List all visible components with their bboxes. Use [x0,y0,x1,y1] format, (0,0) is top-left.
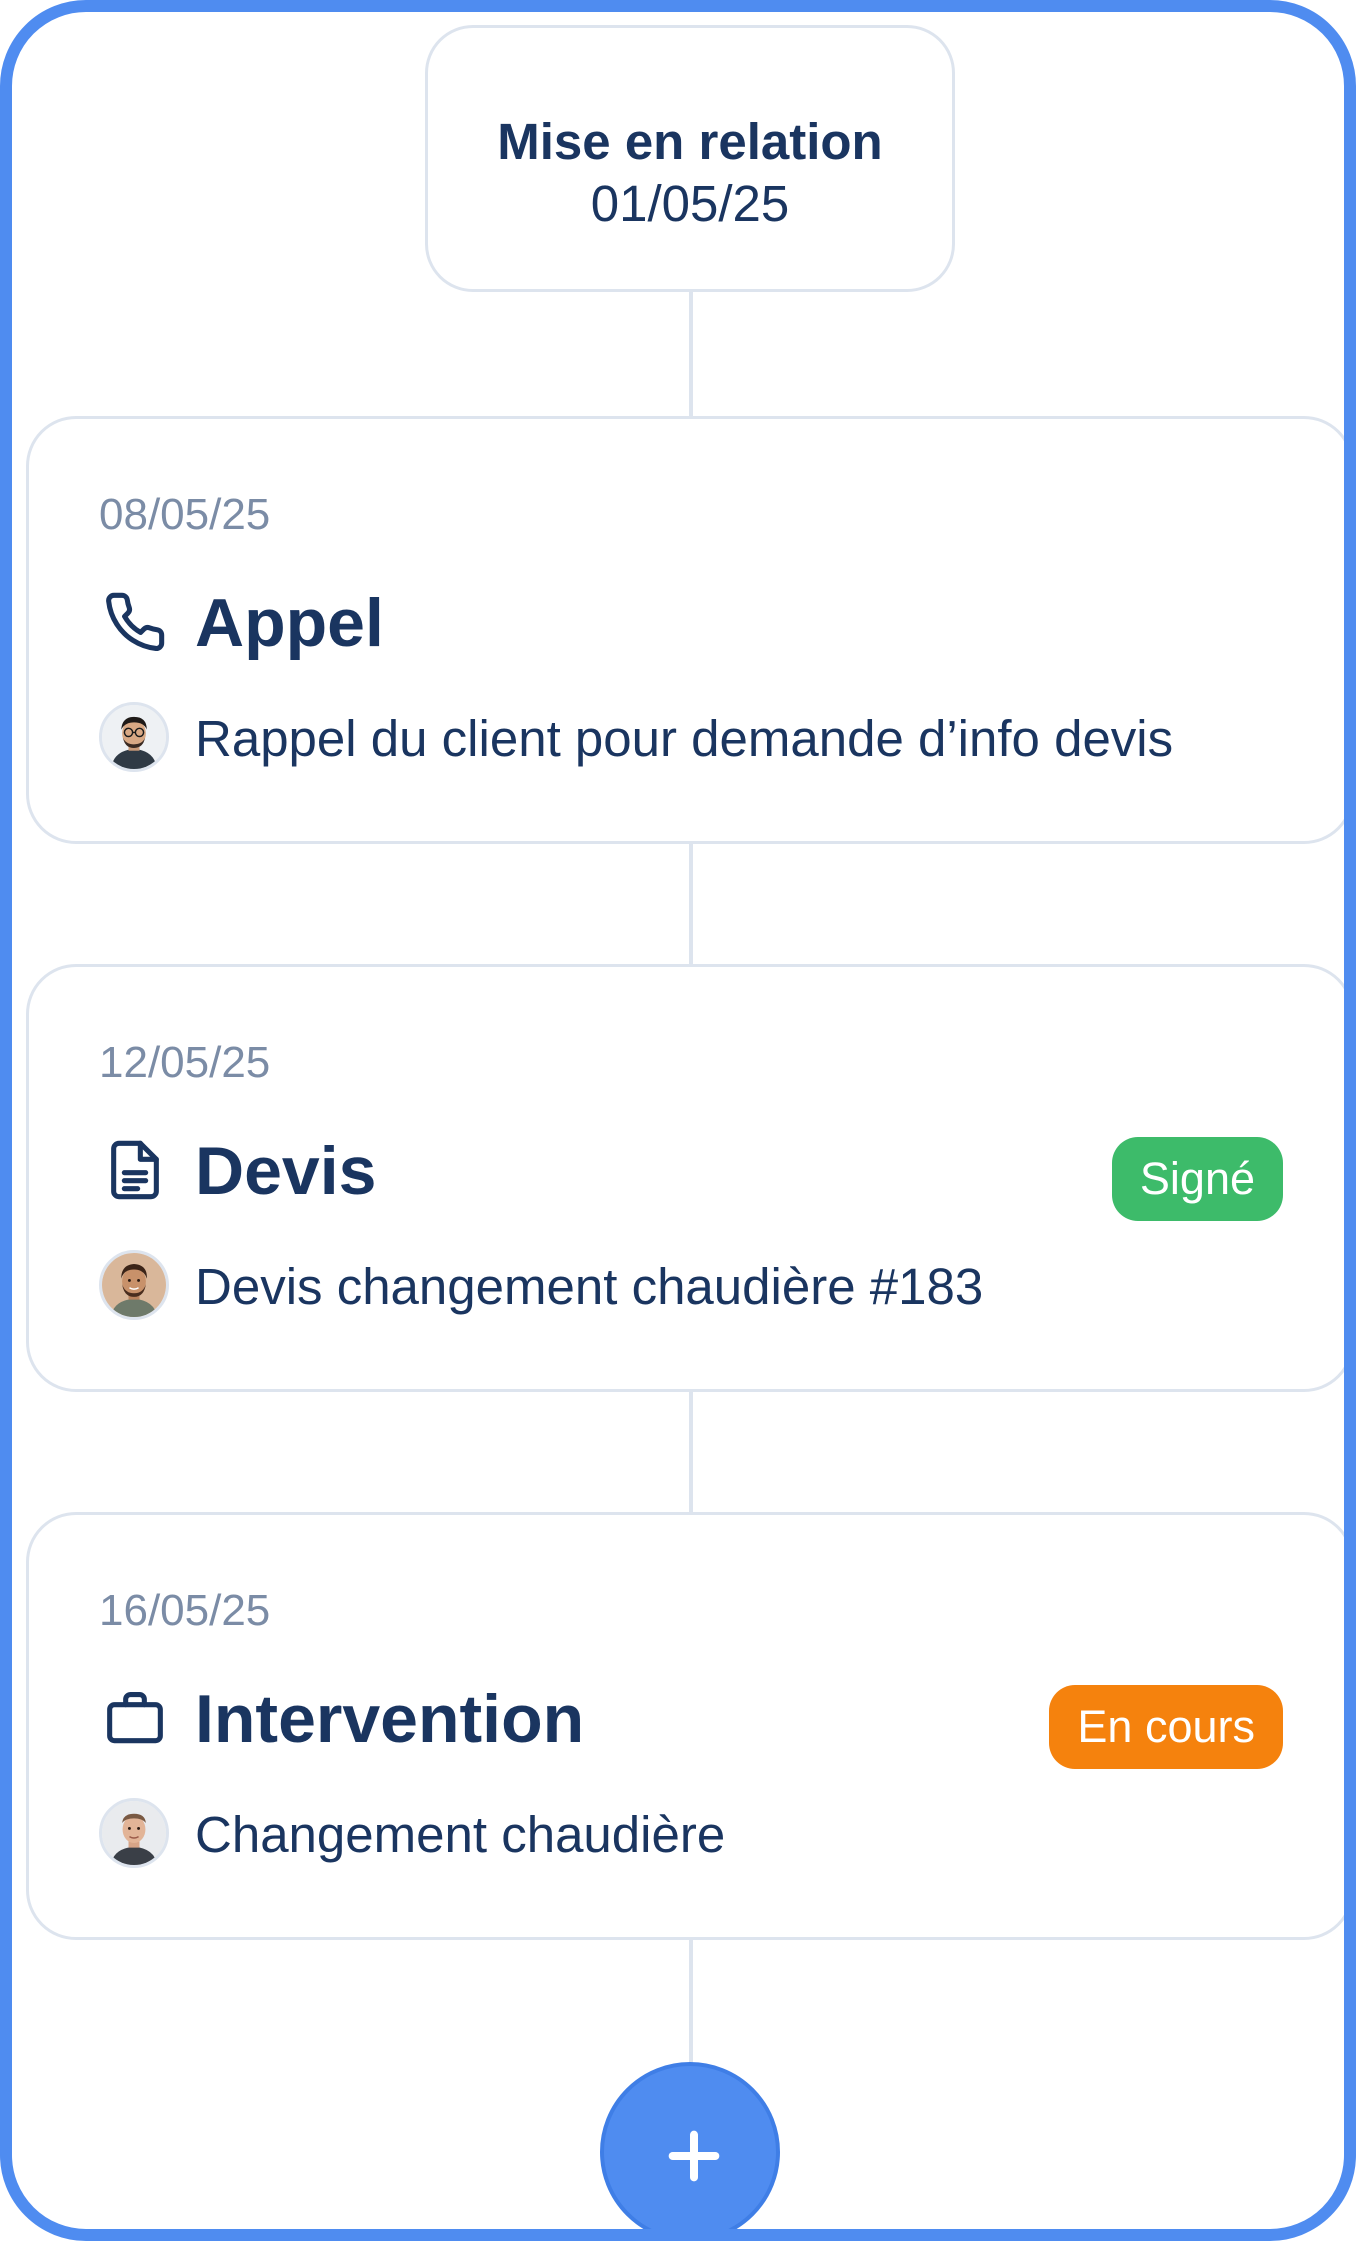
timeline-connector [689,844,693,964]
avatar [99,1798,169,1868]
event-description: Devis changement chaudière #183 [195,1258,984,1315]
timeline-card-devis[interactable]: 12/05/25 Devis Signé Devis changement ch… [26,964,1344,1392]
event-date: 16/05/25 [99,1586,271,1635]
event-description: Changement chaudière [195,1806,726,1863]
origin-event-box[interactable]: Mise en relation 01/05/25 [425,25,955,292]
briefcase-icon [103,1686,167,1750]
event-title: Devis [195,1133,377,1209]
event-date: 12/05/25 [99,1038,271,1087]
avatar [99,1250,169,1320]
event-title: Intervention [195,1681,585,1757]
document-icon [103,1138,167,1202]
timeline-connector [689,1940,693,2064]
status-badge: En cours [1049,1685,1283,1769]
timeline-connector [689,1392,693,1512]
event-title: Appel [195,585,384,661]
phone-icon [103,590,167,654]
origin-date: 01/05/25 [590,175,790,232]
origin-title: Mise en relation [497,113,883,170]
timeline-card-appel[interactable]: 08/05/25 Appel Rappel du client pour dem… [26,416,1344,844]
plus-icon [668,2130,720,2182]
event-date: 08/05/25 [99,490,271,539]
status-badge: Signé [1111,1137,1283,1221]
timeline-panel: Mise en relation 01/05/25 08/05/25 Appel [0,0,1356,2241]
timeline-card-intervention[interactable]: 16/05/25 Intervention En cours Changemen… [26,1512,1344,1940]
add-event-button[interactable] [600,2062,780,2229]
event-description: Rappel du client pour demande d’info dev… [195,710,1174,767]
avatar [99,702,169,772]
timeline-connector [689,292,693,416]
